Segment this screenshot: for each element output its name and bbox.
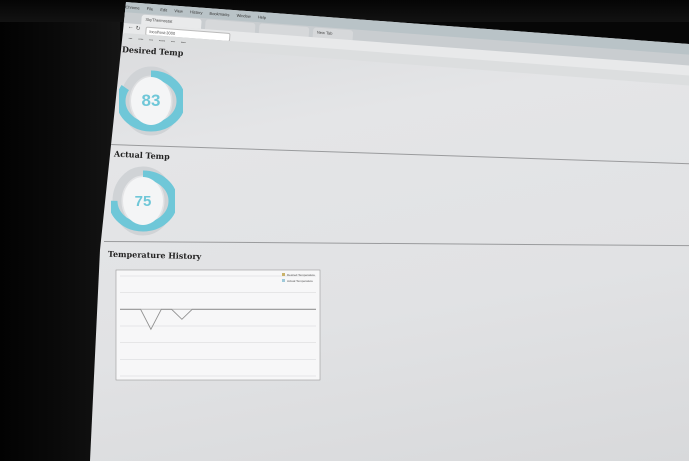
bookmark-item[interactable]: ▪▪▪ [149, 35, 153, 45]
temperature-history-title: Temperature History [107, 248, 202, 262]
chart-svg: Desired Temperature Actual Temperature [115, 269, 321, 381]
chart-plot-area [115, 269, 321, 381]
actual-temp-gauge: 75 [111, 165, 175, 237]
reload-icon[interactable]: ↻ [135, 25, 141, 32]
actual-temp-value: 75 [134, 192, 152, 210]
legend-label: Actual Temperature [287, 279, 313, 283]
bookmark-item[interactable]: ▪▪▪ [128, 33, 132, 43]
bookmark-item[interactable]: ▪▪▪ [171, 37, 175, 47]
desired-temp-value: 83 [141, 91, 161, 110]
desired-temp-gauge: 83 [119, 65, 183, 137]
temperature-history-chart: Desired Temperature Actual Temperature [110, 268, 322, 386]
bookmark-item[interactable]: ▪▪▪▪▪ [159, 36, 166, 46]
actual-temp-title: Actual Temp [113, 148, 171, 162]
legend-swatch [282, 279, 285, 282]
back-icon[interactable]: ← [127, 24, 133, 30]
section-divider [109, 144, 689, 165]
bookmark-item[interactable]: ▪▪▪▪ [180, 37, 186, 47]
legend-label: Desired Temperature [287, 273, 315, 277]
section-divider [103, 241, 689, 247]
legend-swatch [282, 273, 285, 276]
bookmark-item[interactable]: ▪▪▪▪ [138, 34, 144, 44]
